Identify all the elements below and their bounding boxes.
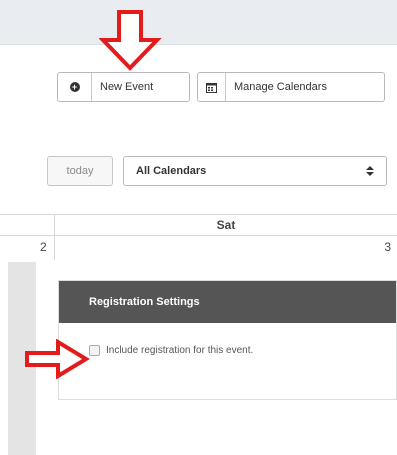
manage-calendars-label: Manage Calendars — [234, 81, 327, 93]
arrow-right-annotation-icon — [25, 339, 90, 379]
day-number[interactable]: 3 — [384, 240, 391, 254]
calendar-select[interactable]: All Calendars — [123, 156, 387, 186]
column-header-sat: Sat — [216, 218, 236, 232]
column-divider — [54, 236, 55, 260]
new-event-button[interactable]: + New Event — [57, 72, 190, 102]
calendar-header-row: Sat — [0, 214, 397, 236]
today-button[interactable]: today — [47, 156, 113, 186]
today-label: today — [66, 165, 94, 177]
top-bar — [0, 0, 397, 45]
new-event-label: New Event — [100, 81, 154, 93]
calendar-icon — [198, 73, 226, 101]
day-number[interactable]: 2 — [40, 240, 47, 254]
sort-arrows-icon — [366, 166, 374, 176]
plus-circle-icon: + — [58, 73, 92, 101]
arrow-down-annotation-icon — [99, 10, 162, 71]
registration-settings-panel: Registration Settings Include registrati… — [58, 280, 397, 400]
include-registration-row[interactable]: Include registration for this event. — [89, 345, 253, 356]
calendar-day-row: 2 3 — [0, 236, 397, 260]
include-registration-checkbox[interactable] — [89, 345, 100, 356]
manage-calendars-button[interactable]: Manage Calendars — [197, 72, 385, 102]
calendar-select-value: All Calendars — [136, 165, 207, 177]
include-registration-label: Include registration for this event. — [106, 345, 254, 356]
panel-header: Registration Settings — [59, 281, 396, 323]
